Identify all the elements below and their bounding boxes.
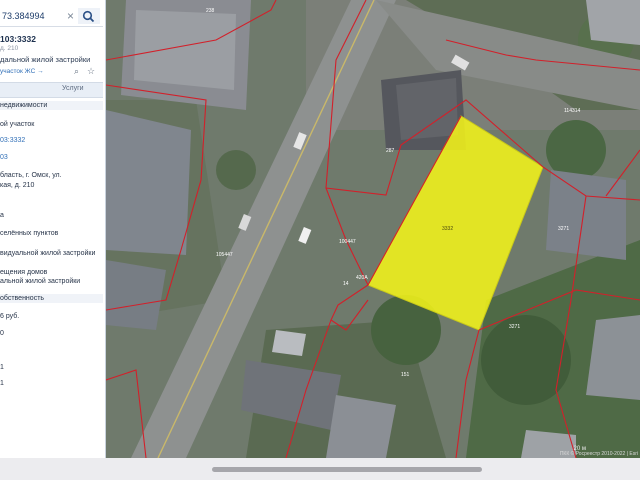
detail-row: альной жилой застройки xyxy=(0,278,81,285)
search-icon xyxy=(82,10,95,23)
detail-row: 6 руб. xyxy=(0,313,20,320)
map-label: 105447 xyxy=(216,252,233,258)
search-bar: 73.384994 × xyxy=(0,4,103,27)
satellite-map[interactable]: 238 3332 287 114314 3271 3271 14 420A 15… xyxy=(106,0,640,458)
detail-row: селённых пунктов xyxy=(0,230,59,237)
map-label: 287 xyxy=(386,148,395,154)
detail-row: а xyxy=(0,212,4,219)
map-view[interactable]: 238 3332 287 114314 3271 3271 14 420A 15… xyxy=(106,0,640,458)
zoom-to-icon[interactable]: ⌕ xyxy=(74,66,79,77)
bottom-bar xyxy=(0,458,640,480)
card-type: дальной жилой застройки xyxy=(0,55,91,64)
tab-services[interactable]: Услуги xyxy=(62,85,84,92)
clear-icon[interactable]: × xyxy=(67,10,74,22)
detail-row: бласть, г. Омск, ул. xyxy=(0,172,62,179)
map-label: 3271 xyxy=(558,226,569,232)
card-address-short: д. 210 xyxy=(0,45,19,52)
map-label: 114314 xyxy=(564,108,581,114)
horizontal-scrollbar[interactable] xyxy=(212,467,482,472)
detail-row: недвижимости xyxy=(0,101,103,110)
detail-row: ой участок xyxy=(0,121,35,128)
map-label: 14 xyxy=(343,281,349,287)
map-attribution: ПКК © Росреестр 2010-2022 | Esri xyxy=(559,451,638,457)
map-label: 100447 xyxy=(339,239,356,245)
detail-row: 0 xyxy=(0,330,4,337)
cadastral-number: 103:3332 xyxy=(0,34,36,44)
map-label: 151 xyxy=(401,372,410,378)
search-button[interactable] xyxy=(78,8,100,24)
search-input[interactable]: 73.384994 xyxy=(2,11,45,21)
detail-row: 1 xyxy=(0,380,4,387)
map-label: 3332 xyxy=(442,226,453,232)
info-panel: 73.384994 × 103:3332 д. 210 дальной жило… xyxy=(0,0,106,458)
map-label: 420A xyxy=(356,275,368,281)
card-link[interactable]: участок ЖС → xyxy=(0,68,44,75)
tab-bar: Услуги xyxy=(0,82,103,98)
favorite-star-icon[interactable]: ☆ xyxy=(87,66,95,77)
detail-row: видуальной жилой застройки xyxy=(0,250,96,257)
map-label: 238 xyxy=(206,8,215,14)
detail-row: 1 xyxy=(0,364,4,371)
map-label: 3271 xyxy=(509,324,520,330)
detail-row[interactable]: 03 xyxy=(0,153,103,162)
detail-row: ещения домов xyxy=(0,269,48,276)
detail-row: кая, д. 210 xyxy=(0,182,35,189)
detail-row[interactable]: 03:3332 xyxy=(0,136,103,145)
detail-row: обственность xyxy=(0,294,103,303)
